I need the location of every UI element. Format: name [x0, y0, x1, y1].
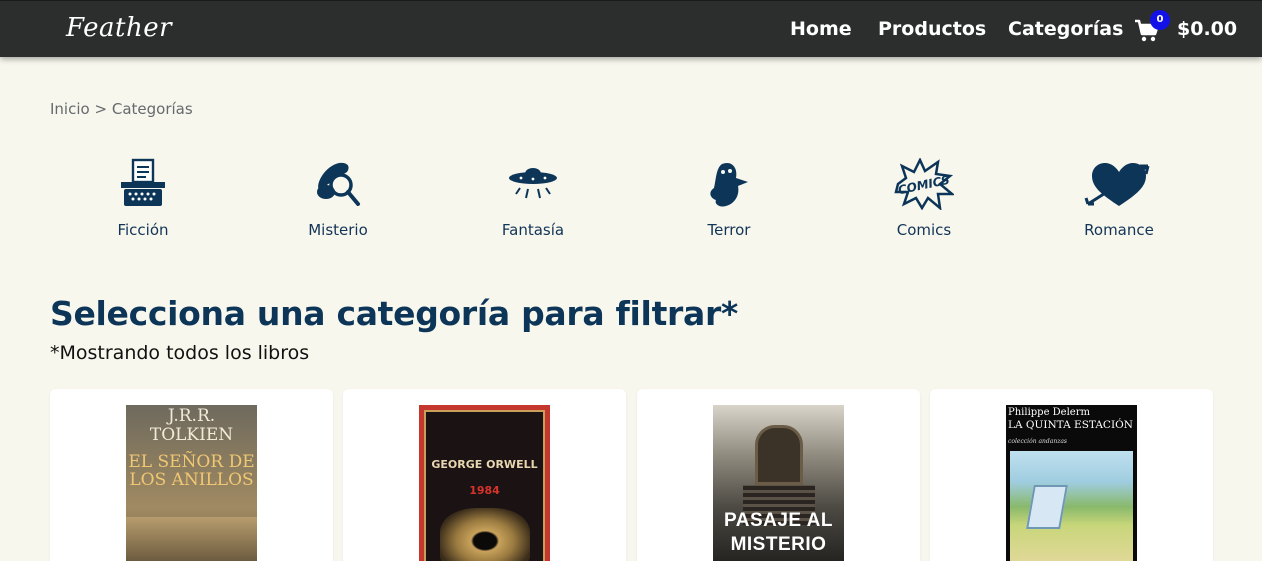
- book-cover[interactable]: J.R.R. TOLKIEN EL SEÑOR DE LOS ANILLOS: [126, 405, 257, 561]
- section-title: Selecciona una categoría para filtrar*: [50, 294, 738, 333]
- nav-link-home[interactable]: Home: [790, 18, 852, 40]
- book-card[interactable]: GEORGE ORWELL 1984: [343, 389, 626, 561]
- category-comics[interactable]: COMICS Comics: [854, 158, 994, 248]
- category-label: Misterio: [308, 221, 368, 239]
- cover-title: LA QUINTA ESTACIÓN: [1008, 419, 1133, 431]
- book-cover[interactable]: GEORGE ORWELL 1984: [419, 405, 550, 561]
- category-misterio[interactable]: Misterio: [268, 158, 408, 248]
- cover-frame: GEORGE ORWELL 1984: [424, 410, 545, 561]
- book-cover[interactable]: PASAJE AL MISTERIO: [713, 405, 844, 561]
- book-card[interactable]: J.R.R. TOLKIEN EL SEÑOR DE LOS ANILLOS: [50, 389, 333, 561]
- cover-art: [126, 517, 257, 561]
- top-navbar: Feather Home Productos Categorías 0 $0.0…: [0, 0, 1262, 57]
- cover-collection: colección andanzas: [1008, 438, 1068, 445]
- cover-title: 1984: [469, 484, 500, 497]
- cover-title: EL SEÑOR DE LOS ANILLOS: [128, 452, 255, 490]
- section-subtitle: *Mostrando todos los libros: [50, 342, 310, 364]
- category-label: Fantasía: [501, 221, 565, 239]
- category-label: Terror: [707, 221, 751, 239]
- comics-icon: COMICS: [894, 158, 954, 210]
- nav-link-productos[interactable]: Productos: [878, 18, 986, 40]
- category-fantasia[interactable]: Fantasía: [463, 158, 603, 248]
- cover-art-painting: [1010, 451, 1133, 561]
- ufo-icon: [509, 168, 557, 199]
- category-ficcion[interactable]: Ficción: [73, 158, 213, 248]
- cover-art-train: [755, 425, 803, 485]
- breadcrumb-home[interactable]: Inicio: [50, 100, 90, 118]
- category-terror[interactable]: Terror: [659, 158, 799, 248]
- category-label: Comics: [896, 221, 952, 239]
- category-label: Romance: [1084, 221, 1154, 239]
- breadcrumb-current: Categorías: [111, 100, 193, 118]
- book-cover[interactable]: Philippe Delerm LA QUINTA ESTACIÓN colec…: [1006, 405, 1137, 561]
- ghost-icon: [710, 162, 748, 207]
- breadcrumb-separator: >: [94, 100, 108, 118]
- cover-author: GEORGE ORWELL: [431, 458, 538, 471]
- cart-count-badge: 0: [1150, 10, 1170, 30]
- book-card[interactable]: Philippe Delerm LA QUINTA ESTACIÓN colec…: [930, 389, 1213, 561]
- cover-title: PASAJE AL MISTERIO: [723, 510, 834, 555]
- nav-link-categorias[interactable]: Categorías: [1008, 18, 1123, 40]
- brand-logo[interactable]: Feather: [66, 13, 172, 43]
- cover-author: J.R.R. TOLKIEN: [149, 406, 234, 445]
- category-romance[interactable]: Romance: [1049, 158, 1189, 248]
- heart-arrow-icon: [1084, 163, 1150, 206]
- cart-total: $0.00: [1177, 18, 1238, 40]
- cover-art-eye: [440, 508, 530, 561]
- breadcrumb: Inicio > Categorías: [50, 100, 193, 118]
- book-card[interactable]: PASAJE AL MISTERIO: [637, 389, 920, 561]
- category-label: Ficción: [117, 221, 169, 239]
- cover-author: Philippe Delerm: [1008, 407, 1090, 418]
- magnifier-icon: [317, 162, 360, 206]
- typewriter-icon: [121, 158, 165, 206]
